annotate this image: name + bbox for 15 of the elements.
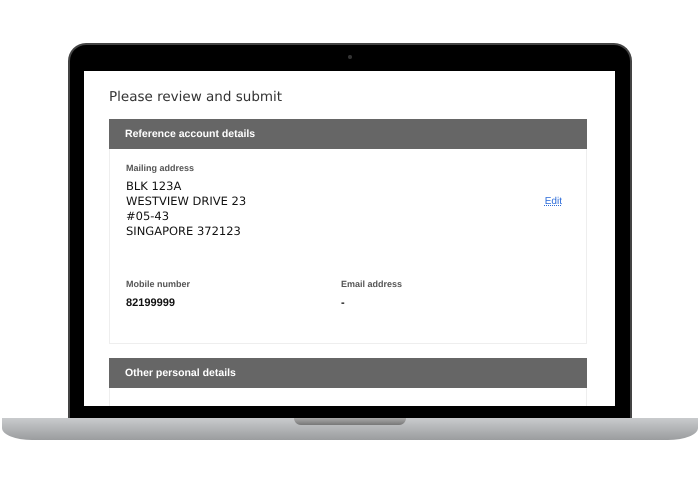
camera-icon: [348, 55, 352, 59]
field-label: Mobile number: [126, 279, 192, 289]
notch-icon: [294, 418, 406, 425]
address-line: BLK 123A: [126, 179, 182, 194]
section-title: Other personal details: [125, 367, 236, 379]
edit-link[interactable]: Edit: [544, 196, 562, 206]
address-line: SINGAPORE 372123: [126, 224, 242, 239]
field-label: Mailing address: [126, 163, 196, 173]
field-value: 82199999: [126, 297, 176, 309]
field-label: Email address: [341, 279, 404, 289]
section-title: Reference account details: [125, 128, 256, 140]
address-line: WESTVIEW DRIVE 23: [126, 194, 246, 209]
address-line: #05-43: [126, 209, 170, 224]
page-title: Please review and submit: [109, 89, 284, 105]
field-value: -: [341, 297, 346, 309]
